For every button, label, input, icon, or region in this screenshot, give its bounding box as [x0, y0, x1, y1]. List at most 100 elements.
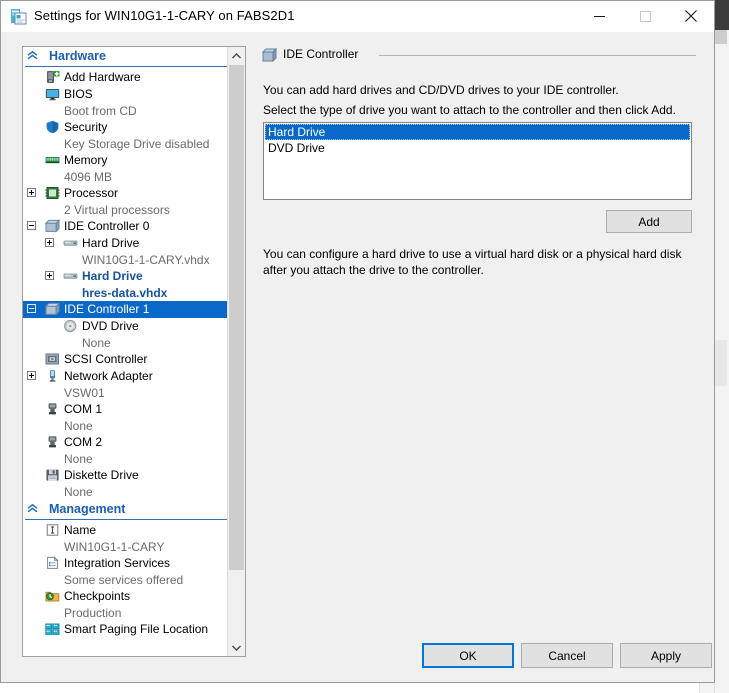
tree-item-scsi-controller[interactable]: SCSI Controller — [23, 351, 229, 368]
scsi-controller-icon — [45, 352, 60, 366]
cancel-button-label: Cancel — [548, 648, 586, 663]
tree-item-security[interactable]: Security — [23, 119, 229, 136]
drive-type-listbox[interactable]: Hard Drive DVD Drive — [263, 122, 692, 200]
description-line-1: You can add hard drives and CD/DVD drive… — [263, 83, 619, 97]
tree-item-processor[interactable]: Processor — [23, 185, 229, 202]
tree-item-label: Security — [64, 120, 108, 134]
tree-item-dvd-drive[interactable]: DVD Drive — [23, 318, 229, 335]
close-button[interactable] — [668, 1, 714, 31]
tree-item-subtext: VSW01 — [64, 386, 105, 400]
tree-item-subtext-row: WIN10G1-1-CARY.vhdx — [23, 252, 229, 268]
group-header: IDE Controller — [257, 46, 698, 66]
section-header-hardware[interactable]: Hardware — [25, 47, 227, 67]
tree-item-hard-drive[interactable]: Hard Drive — [23, 268, 229, 285]
tree-item-label: IDE Controller 1 — [64, 302, 150, 316]
add-button[interactable]: Add — [606, 210, 692, 233]
tree-item-ide-controller-1[interactable]: IDE Controller 1 — [23, 301, 229, 318]
tree-item-checkpoints[interactable]: Checkpoints — [23, 588, 229, 605]
expander-minus-icon[interactable] — [27, 221, 36, 230]
description-line-2: Select the type of drive you want to att… — [263, 103, 676, 117]
tree-item-hard-drive[interactable]: Hard Drive — [23, 235, 229, 252]
tree-item-label: COM 2 — [64, 435, 103, 449]
tree-item-add-hardware[interactable]: Add Hardware — [23, 69, 229, 86]
expander-plus-icon[interactable] — [27, 371, 36, 380]
tree-item-label: Hard Drive — [82, 236, 140, 250]
tree-item-subtext-row: 2 Virtual processors — [23, 202, 229, 218]
window-title: Settings for WIN10G1-1-CARY on FABS2D1 — [34, 8, 295, 23]
settings-tree[interactable]: Hardware Add Hardware BIOS Boot from CD Secu… — [23, 47, 229, 656]
tree-item-label: Name — [64, 523, 97, 537]
tree-item-subtext-row: hres-data.vhdx — [23, 285, 229, 301]
tree-item-label: Hard Drive — [82, 269, 143, 283]
maximize-button[interactable] — [622, 1, 668, 31]
settings-dialog: Settings for WIN10G1-1-CARY on FABS2D1 H… — [0, 0, 715, 683]
processor-icon — [45, 186, 60, 200]
com-port-icon — [45, 402, 60, 416]
tree-item-subtext-row: None — [23, 484, 229, 500]
cancel-button[interactable]: Cancel — [521, 643, 613, 668]
expander-plus-icon[interactable] — [45, 238, 54, 247]
minimize-button[interactable] — [576, 1, 622, 31]
ok-button-label: OK — [459, 648, 477, 663]
footer-note: You can configure a hard drive to use a … — [263, 247, 682, 277]
tree-item-label: Checkpoints — [64, 589, 131, 603]
dvd-drive-icon — [63, 319, 78, 333]
tree-item-subtext-row: WIN10G1-1-CARY — [23, 539, 229, 555]
expander-plus-icon[interactable] — [45, 271, 54, 280]
settings-tree-panel[interactable]: Hardware Add Hardware BIOS Boot from CD Secu… — [22, 46, 246, 657]
tree-item-bios[interactable]: BIOS — [23, 86, 229, 103]
double-chevron-up-icon — [27, 48, 43, 67]
apply-button-label: Apply — [650, 648, 682, 663]
tree-item-subtext: None — [64, 452, 93, 466]
tree-item-subtext: Key Storage Drive disabled — [64, 137, 210, 151]
add-button-label: Add — [638, 214, 660, 229]
dialog-client-area: Hardware Add Hardware BIOS Boot from CD Secu… — [1, 32, 714, 682]
double-chevron-up-icon — [27, 501, 43, 520]
chevron-up-icon[interactable] — [228, 47, 245, 64]
tree-item-subtext-row: None — [23, 451, 229, 467]
bios-monitor-icon — [45, 87, 60, 101]
tree-item-com-2[interactable]: COM 2 — [23, 434, 229, 451]
checkpoints-icon — [45, 589, 60, 603]
network-adapter-icon — [45, 369, 60, 383]
tree-scrollbar[interactable] — [227, 47, 245, 656]
section-title: Hardware — [49, 49, 106, 63]
hard-drive-icon — [63, 236, 78, 250]
tree-item-subtext: 2 Virtual processors — [64, 203, 170, 217]
section-header-management[interactable]: Management — [25, 500, 227, 520]
tree-item-diskette-drive[interactable]: Diskette Drive — [23, 467, 229, 484]
shield-icon — [45, 120, 60, 134]
tree-scrollbar-thumb[interactable] — [229, 65, 244, 570]
section-title: Management — [49, 502, 126, 516]
tree-item-subtext: None — [82, 336, 111, 350]
tree-item-subtext: WIN10G1-1-CARY.vhdx — [82, 253, 210, 267]
tree-item-subtext: Production — [64, 606, 122, 620]
expander-minus-icon[interactable] — [27, 304, 36, 313]
title-bar[interactable]: Settings for WIN10G1-1-CARY on FABS2D1 — [1, 1, 714, 33]
hard-drive-icon — [63, 269, 78, 283]
drive-type-option[interactable]: Hard Drive — [265, 124, 690, 140]
tree-item-label: SCSI Controller — [64, 352, 148, 366]
ok-button[interactable]: OK — [422, 643, 514, 668]
tree-item-subtext-row: None — [23, 335, 229, 351]
diskette-drive-icon — [45, 468, 60, 482]
integration-services-icon — [45, 556, 60, 570]
background-scrollbar-thumb[interactable] — [715, 340, 727, 386]
expander-plus-icon[interactable] — [27, 188, 36, 197]
background-scrollbar-thumb-top[interactable] — [715, 30, 727, 44]
com-port-icon — [45, 435, 60, 449]
tree-item-network-adapter[interactable]: Network Adapter — [23, 368, 229, 385]
tree-item-label: Add Hardware — [64, 70, 141, 84]
apply-button[interactable]: Apply — [620, 643, 712, 668]
tree-item-label: Network Adapter — [64, 369, 153, 383]
tree-item-memory[interactable]: Memory — [23, 152, 229, 169]
ide-controller-icon — [44, 219, 61, 233]
tree-item-subtext: hres-data.vhdx — [82, 286, 168, 300]
drive-type-option[interactable]: DVD Drive — [265, 140, 690, 156]
tree-item-integration-services[interactable]: Integration Services — [23, 555, 229, 572]
tree-item-subtext-row: Boot from CD — [23, 103, 229, 119]
tree-item-com-1[interactable]: COM 1 — [23, 401, 229, 418]
tree-item-ide-controller-0[interactable]: IDE Controller 0 — [23, 218, 229, 235]
tree-item-subtext: Boot from CD — [64, 104, 137, 118]
tree-item-name[interactable]: Name — [23, 522, 229, 539]
